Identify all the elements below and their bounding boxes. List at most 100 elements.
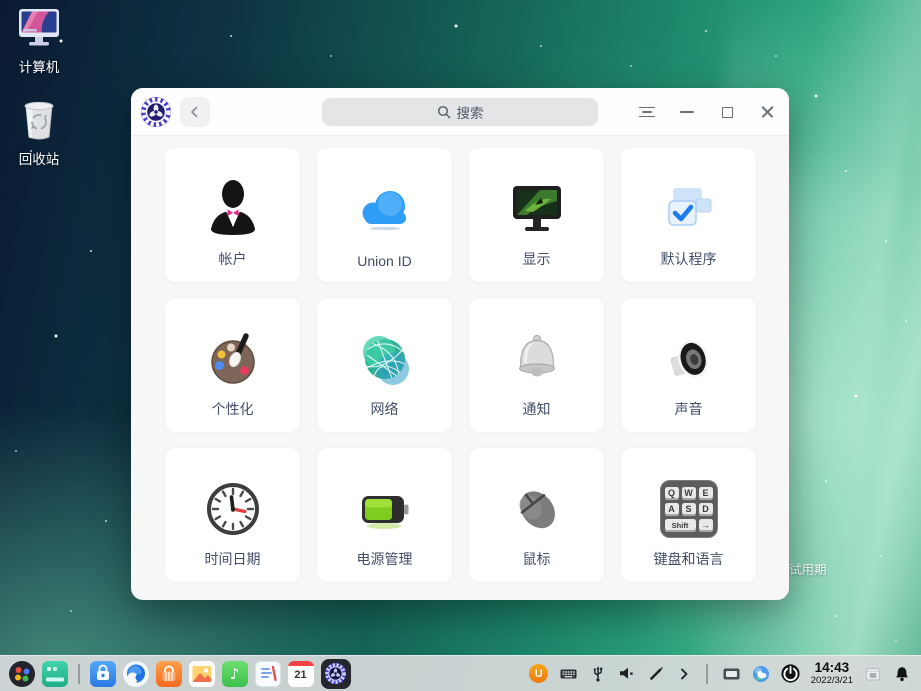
- tray-separator: [706, 664, 708, 684]
- usb-tray-icon[interactable]: [589, 665, 607, 683]
- desktop-icon-recycle-bin[interactable]: 回收站: [7, 97, 71, 168]
- pen-tray-icon[interactable]: [647, 665, 665, 683]
- music-note-glyph: ♪: [230, 665, 240, 683]
- notification-icon: [469, 322, 604, 396]
- dock-apps: ♪ 21: [0, 659, 351, 689]
- key-cap: S: [682, 503, 696, 516]
- taskbar-clock[interactable]: 14:43 2022/3/21: [811, 660, 853, 686]
- computer-icon: [16, 7, 62, 49]
- settings-tile-sound[interactable]: 声音: [621, 298, 756, 432]
- battery-icon: [317, 472, 452, 546]
- calendar-red-bar: [288, 661, 314, 666]
- launcher-icon[interactable]: [9, 661, 35, 687]
- tile-label: 网络: [317, 399, 452, 419]
- settings-tile-mouse[interactable]: 鼠标: [469, 448, 604, 582]
- photos-icon[interactable]: [189, 661, 215, 687]
- settings-tile-network[interactable]: 网络: [317, 298, 452, 432]
- key-cap: Shift: [665, 519, 696, 532]
- settings-grid: 帐户 Union ID: [165, 148, 756, 582]
- key-cap: W: [682, 487, 696, 500]
- menu-line: [639, 116, 655, 118]
- app-store-bag-glyph: [90, 661, 116, 687]
- minimize-button[interactable]: [675, 100, 699, 124]
- menu-line: [642, 111, 652, 113]
- clock-time: 14:43: [811, 660, 853, 676]
- usb-glyph: [589, 665, 607, 683]
- tile-label: 默认程序: [621, 249, 756, 269]
- power-glyph: [781, 664, 800, 683]
- dock-separator: [78, 664, 80, 684]
- software-center-icon[interactable]: [156, 661, 182, 687]
- tile-label: 键盘和语言: [621, 549, 756, 569]
- trash-icon: [19, 97, 59, 141]
- software-bag-glyph: [156, 661, 182, 687]
- security-box-tray-icon[interactable]: [864, 665, 882, 683]
- pen-glyph: [647, 665, 665, 683]
- keyboard-layout-tray-icon[interactable]: [559, 665, 578, 683]
- key-cap: →: [699, 519, 713, 532]
- titlebar: 搜索: [131, 88, 789, 136]
- sound-icon: [621, 322, 756, 396]
- tray-expand-chevron-icon[interactable]: [676, 666, 692, 682]
- control-center-dock-icon-active[interactable]: [321, 659, 351, 689]
- security-box-glyph: [864, 665, 882, 683]
- star-field: [0, 0, 2, 2]
- minimize-icon: [680, 111, 694, 113]
- settings-tile-power[interactable]: 电源管理: [317, 448, 452, 582]
- personalization-icon: [165, 322, 300, 396]
- tile-label: 时间日期: [165, 549, 300, 569]
- tile-label: 通知: [469, 399, 604, 419]
- input-method-tray-icon[interactable]: [722, 665, 741, 683]
- key-cap: D: [699, 503, 713, 516]
- keyboard-icon: Q W E A S D Shift →: [621, 472, 756, 546]
- shutdown-tray-icon[interactable]: [781, 664, 800, 683]
- trial-period-watermark: 试用期: [789, 559, 827, 578]
- union-id-tray-icon[interactable]: U: [529, 664, 548, 683]
- key-cap: Q: [665, 487, 679, 500]
- search-icon: [437, 105, 451, 119]
- volume-tray-icon[interactable]: [618, 665, 636, 682]
- control-center-window: 搜索: [131, 88, 789, 600]
- weather-globe-glyph: [752, 665, 770, 683]
- settings-tile-union-id[interactable]: Union ID: [317, 148, 452, 282]
- weather-tray-icon[interactable]: [752, 665, 770, 683]
- settings-tile-notification[interactable]: 通知: [469, 298, 604, 432]
- app-store-icon[interactable]: [90, 661, 116, 687]
- calendar-day: 21: [294, 669, 306, 681]
- union-badge-letter: U: [535, 668, 543, 680]
- settings-tile-keyboard[interactable]: Q W E A S D Shift → 键盘和语言: [621, 448, 756, 582]
- keyboard-tray-glyph: [559, 665, 578, 683]
- calendar-icon[interactable]: 21: [288, 661, 314, 687]
- tile-label: 个性化: [165, 399, 300, 419]
- speaker-glyph: [618, 665, 636, 682]
- text-editor-icon[interactable]: [255, 661, 281, 687]
- file-manager-icon[interactable]: [42, 661, 68, 687]
- notification-bell-icon[interactable]: [893, 665, 911, 683]
- settings-tile-accounts[interactable]: 帐户: [165, 148, 300, 282]
- tile-label: 帐户: [165, 249, 300, 269]
- main-menu-button[interactable]: [635, 100, 659, 124]
- settings-tile-datetime[interactable]: 时间日期: [165, 448, 300, 582]
- tile-label: 声音: [621, 399, 756, 419]
- search-input[interactable]: 搜索: [322, 98, 598, 126]
- chevron-left-icon: [188, 105, 202, 119]
- back-button[interactable]: [180, 97, 210, 127]
- music-icon[interactable]: ♪: [222, 661, 248, 687]
- browser-icon[interactable]: [123, 661, 149, 687]
- tile-label: 鼠标: [469, 549, 604, 569]
- settings-tile-default-apps[interactable]: 默认程序: [621, 148, 756, 282]
- cloud-icon: [317, 172, 452, 246]
- close-button[interactable]: [755, 100, 779, 124]
- display-icon: [469, 172, 604, 246]
- browser-swirl-glyph: [123, 661, 149, 687]
- window-controls: [635, 88, 779, 136]
- maximize-button[interactable]: [715, 100, 739, 124]
- datetime-icon: [165, 472, 300, 546]
- settings-tile-display[interactable]: 显示: [469, 148, 604, 282]
- file-manager-glyph: [42, 661, 68, 687]
- tile-label: Union ID: [317, 253, 452, 269]
- tile-label: 显示: [469, 249, 604, 269]
- desktop-icon-computer[interactable]: 计算机: [7, 7, 71, 76]
- input-method-glyph: [722, 665, 741, 683]
- settings-tile-personalization[interactable]: 个性化: [165, 298, 300, 432]
